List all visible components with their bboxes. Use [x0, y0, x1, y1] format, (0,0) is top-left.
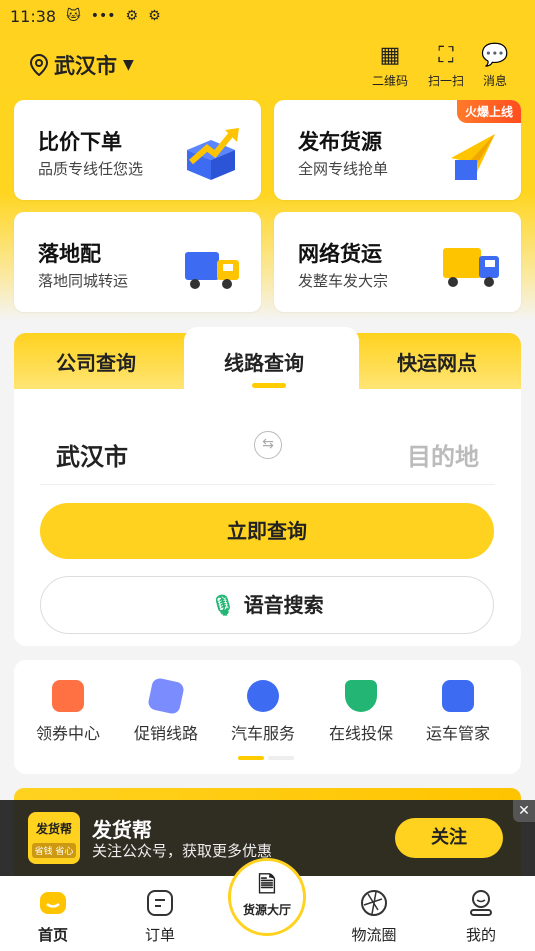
- status-time: 11:38: [10, 6, 57, 26]
- service-online-insurance[interactable]: 在线投保: [317, 680, 405, 744]
- query-panel: 公司查询 线路查询 快运网点 武汉市 ⇆ 目的地 立即查询 🎙 语音搜索: [14, 327, 521, 646]
- card-subtitle: 全网专线抢单: [298, 160, 389, 178]
- card-title: 比价下单: [38, 130, 122, 154]
- document-search-icon: 🗎: [258, 873, 276, 898]
- box-arrow-icon: [187, 128, 239, 180]
- card-publish-source[interactable]: 火爆上线 发布货源 全网专线抢单: [274, 100, 521, 200]
- card-compare-order[interactable]: 比价下单 品质专线任您选: [14, 100, 261, 200]
- card-subtitle: 品质专线任您选: [38, 160, 144, 178]
- shield-icon: [345, 680, 377, 712]
- scan-label: 扫一扫: [427, 74, 464, 88]
- hot-badge: 火爆上线: [456, 100, 521, 123]
- follow-description: 关注公众号，获取更多优惠: [92, 842, 273, 860]
- page-indicator: [238, 756, 294, 760]
- tab-company-query[interactable]: 公司查询: [56, 347, 136, 376]
- card-network-freight[interactable]: 网络货运 发整车发大宗: [274, 212, 521, 312]
- truck-icon: [443, 248, 499, 287]
- voice-search-label: 语音搜索: [243, 593, 324, 617]
- service-vehicle-manager[interactable]: 运车管家: [414, 680, 502, 744]
- truck-icon: [442, 680, 474, 712]
- service-label: 汽车服务: [230, 724, 295, 743]
- city-name: 武汉市: [54, 54, 117, 78]
- top-header: 武汉市 ▼ ▦ 二维码 ⛶ 扫一扫 💬 消息: [0, 40, 535, 90]
- tab-route-query[interactable]: 线路查询: [224, 347, 304, 376]
- message-icon: 💬: [481, 43, 509, 68]
- search-button[interactable]: 立即查询: [40, 503, 494, 559]
- gas-station-icon: [247, 680, 279, 712]
- origin-city[interactable]: 武汉市: [56, 437, 128, 472]
- card-title: 落地配: [38, 242, 101, 266]
- paper-plane-icon: [451, 134, 495, 180]
- card-subtitle: 落地同城转运: [38, 272, 129, 290]
- aperture-icon: [361, 890, 387, 916]
- qrcode-button[interactable]: ▦ 二维码: [367, 40, 413, 89]
- voice-search-button[interactable]: 🎙 语音搜索: [40, 576, 494, 634]
- service-label: 领券中心: [35, 724, 100, 743]
- close-icon[interactable]: ✕: [513, 800, 535, 822]
- nav-cargo-hall[interactable]: 🗎 货源大厅: [228, 858, 306, 936]
- van-icon: [185, 252, 239, 289]
- service-label: 在线投保: [328, 724, 393, 743]
- cargo-hall-label: 货源大厅: [242, 903, 291, 917]
- query-body: 武汉市 ⇆ 目的地 立即查询 🎙 语音搜索: [14, 389, 521, 646]
- message-label: 消息: [482, 74, 507, 88]
- gear-icon: ⚙: [148, 8, 161, 24]
- divider: [40, 484, 495, 485]
- card-last-mile[interactable]: 落地配 落地同城转运: [14, 212, 261, 312]
- scan-icon: ⛶: [438, 43, 454, 68]
- qrcode-label: 二维码: [371, 74, 408, 88]
- nav-logistics-circle[interactable]: 物流圈: [334, 888, 414, 945]
- scan-button[interactable]: ⛶ 扫一扫: [423, 40, 469, 89]
- service-promo-routes[interactable]: 促销线路: [122, 677, 210, 744]
- active-tab-indicator: [252, 383, 286, 388]
- location-pin-icon: [30, 54, 48, 76]
- card-title: 网络货运: [298, 242, 382, 266]
- home-icon: [40, 892, 66, 914]
- swap-icon[interactable]: ⇆: [254, 431, 282, 459]
- follow-name: 发货帮: [92, 818, 152, 842]
- microphone-icon: 🎙: [210, 593, 236, 617]
- cat-icon: 🐱: [66, 8, 81, 24]
- card-title: 发布货源: [298, 130, 382, 154]
- service-car-service[interactable]: 汽车服务: [219, 680, 307, 744]
- city-selector[interactable]: 武汉市 ▼: [30, 50, 134, 80]
- card-subtitle: 发整车发大宗: [298, 272, 389, 290]
- chevron-down-icon: ▼: [123, 57, 134, 73]
- service-label: 促销线路: [133, 724, 198, 743]
- nav-home[interactable]: 首页: [13, 888, 93, 945]
- message-button[interactable]: 💬 消息: [472, 40, 518, 89]
- coupon-icon: [52, 680, 84, 712]
- service-coupon-center[interactable]: 领券中心: [24, 680, 112, 744]
- qrcode-icon: ▦: [379, 43, 401, 68]
- more-icon: •••: [90, 8, 116, 24]
- follow-button[interactable]: 关注: [395, 818, 503, 858]
- app-logo: 发货帮 省钱 省心: [28, 812, 80, 864]
- status-bar: 11:38 🐱 ••• ⚙ ⚙: [0, 0, 535, 32]
- destination-input[interactable]: 目的地: [407, 437, 479, 472]
- gear-icon: ⚙: [125, 8, 139, 24]
- nav-profile[interactable]: 我的: [441, 888, 521, 945]
- service-label: 运车管家: [425, 724, 490, 743]
- tag-icon: [147, 677, 185, 715]
- user-icon: [470, 890, 492, 916]
- tab-express-outlets[interactable]: 快运网点: [397, 347, 477, 376]
- services-panel: 领券中心 促销线路 汽车服务 在线投保 运车管家: [14, 660, 521, 774]
- nav-orders[interactable]: 订单: [120, 888, 200, 945]
- orders-icon: [147, 890, 173, 916]
